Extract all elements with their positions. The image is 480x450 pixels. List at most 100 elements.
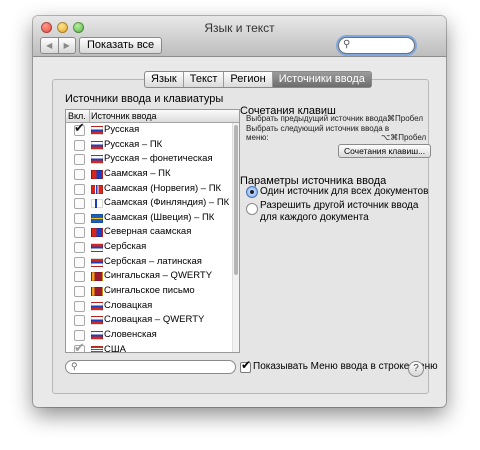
checkmark-icon: ✔ xyxy=(241,358,252,372)
input-source-label: Сингальская – QWERTY xyxy=(104,270,213,282)
toolbar-search-field[interactable]: ⚲ xyxy=(338,37,415,54)
flag-icon xyxy=(91,243,103,253)
window-title: Язык и текст xyxy=(204,21,275,35)
input-source-label: Словацкая xyxy=(104,299,153,311)
table-row[interactable]: Саамская – ПК xyxy=(66,167,239,182)
per-document-radio[interactable] xyxy=(246,203,258,215)
input-source-label: Сингальское письмо xyxy=(104,285,195,297)
tab-language[interactable]: Язык xyxy=(145,72,183,87)
input-source-label: Саамская (Норвегия) – ПК xyxy=(104,182,222,194)
flag-icon xyxy=(91,228,103,238)
back-icon: ◀ xyxy=(46,41,53,50)
search-icon: ⚲ xyxy=(71,361,78,371)
flag-icon xyxy=(91,257,103,267)
tab-region[interactable]: Регион xyxy=(223,72,271,87)
back-button[interactable]: ◀ xyxy=(41,38,58,53)
next-source-shortcut: ⌥⌘Пробел xyxy=(381,133,427,142)
input-source-label: Саамская – ПК xyxy=(104,167,171,179)
input-source-label: Саамская (Финляндия) – ПК xyxy=(104,197,230,209)
show-all-button[interactable]: Показать все xyxy=(79,37,163,54)
tab-text[interactable]: Текст xyxy=(182,72,224,87)
flag-icon xyxy=(91,301,103,311)
enable-checkbox[interactable] xyxy=(74,256,85,268)
input-source-label: Северная саамская xyxy=(104,226,192,238)
flag-icon xyxy=(91,213,103,223)
one-source-label: Один источник для всех документов xyxy=(260,186,429,197)
table-row[interactable]: Русская – фонетическая xyxy=(66,152,239,167)
input-source-label: Русская – ПК xyxy=(104,138,163,150)
input-source-label: Русская – фонетическая xyxy=(104,153,213,165)
input-sources-heading: Источники ввода и клавиатуры xyxy=(65,93,224,105)
title-bar: Язык и текст ◀ ▶ Показать все ⚲ xyxy=(33,16,446,57)
flag-icon xyxy=(91,140,103,150)
vertical-scrollbar[interactable] xyxy=(232,123,239,352)
table-row[interactable]: Словацкая xyxy=(66,299,239,314)
one-source-radio[interactable] xyxy=(246,186,258,198)
enable-checkbox[interactable] xyxy=(74,212,85,224)
enable-checkbox[interactable] xyxy=(74,227,85,239)
table-row[interactable]: Саамская (Норвегия) – ПК xyxy=(66,182,239,197)
scrollbar-thumb[interactable] xyxy=(234,125,238,275)
forward-button[interactable]: ▶ xyxy=(57,38,76,53)
per-document-label-line2: для каждого документа xyxy=(260,212,369,223)
keyboard-shortcuts-button[interactable]: Сочетания клавиш... xyxy=(338,144,432,158)
table-row[interactable]: Сингальская – QWERTY xyxy=(66,269,239,284)
table-row[interactable]: ✔ Русская xyxy=(66,120,239,138)
checkmark-icon: ✔ xyxy=(74,120,85,135)
table-row[interactable]: Словацкая – QWERTY xyxy=(66,313,239,328)
tab-bar: Язык Текст Регион Источники ввода xyxy=(144,71,372,88)
next-source-label-line1: Выбрать следующий источник ввода в xyxy=(246,124,390,133)
flag-icon xyxy=(91,287,103,297)
input-source-label: США xyxy=(104,343,126,353)
input-source-label: Сербская xyxy=(104,241,147,253)
table-row[interactable]: Саамская (Финляндия) – ПК xyxy=(66,196,239,211)
flag-icon xyxy=(91,345,103,352)
table-row[interactable]: Словенская xyxy=(66,328,239,343)
tab-input-sources[interactable]: Источники ввода xyxy=(271,72,371,87)
forward-icon: ▶ xyxy=(63,41,70,50)
flag-icon xyxy=(91,199,103,209)
flag-icon xyxy=(91,155,103,165)
help-button[interactable]: ? xyxy=(408,361,424,377)
per-document-label-line1: Разрешить другой источник ввода xyxy=(260,200,419,211)
enable-checkbox[interactable] xyxy=(74,154,85,166)
enable-checkbox[interactable] xyxy=(74,183,85,195)
search-icon: ⚲ xyxy=(343,39,351,50)
input-sources-table[interactable]: Вкл. Источник ввода ✔ Русская Русская – ПК… xyxy=(65,109,240,353)
prev-source-shortcut: ⌘Пробел xyxy=(387,114,423,123)
table-row[interactable]: Северная саамская xyxy=(66,225,239,240)
prev-source-label: Выбрать предыдущий источник ввода: xyxy=(246,114,390,123)
enable-checkbox[interactable] xyxy=(74,300,85,312)
input-source-search-field[interactable]: ⚲ xyxy=(65,360,236,374)
flag-icon xyxy=(91,330,103,340)
input-source-label: Словацкая – QWERTY xyxy=(104,314,205,326)
table-row[interactable]: ✔ США xyxy=(66,339,239,353)
input-source-label: Сербская – латинская xyxy=(104,255,202,267)
enable-checkbox[interactable] xyxy=(74,271,85,283)
input-source-label: Саамская (Швеция) – ПК xyxy=(104,211,215,223)
flag-icon xyxy=(91,184,103,194)
enable-checkbox[interactable] xyxy=(74,139,85,151)
preferences-window: Язык и текст ◀ ▶ Показать все ⚲ Язык Тек… xyxy=(33,16,446,407)
enable-checkbox[interactable] xyxy=(74,242,85,254)
flag-icon xyxy=(91,126,103,135)
table-row[interactable]: Русская – ПК xyxy=(66,138,239,153)
enable-checkbox[interactable] xyxy=(74,198,85,210)
enable-checkbox[interactable] xyxy=(74,286,85,298)
column-header-source[interactable]: Источник ввода xyxy=(91,110,156,122)
flag-icon xyxy=(91,272,103,282)
show-input-menu-checkbox[interactable]: ✔ xyxy=(240,358,251,373)
enable-checkbox[interactable] xyxy=(74,315,85,327)
table-row[interactable]: Сингальское письмо xyxy=(66,284,239,299)
navigation-buttons: ◀ ▶ xyxy=(40,37,76,54)
flag-icon xyxy=(91,169,103,179)
table-rows: ✔ Русская Русская – ПК Русская – фонетическ… xyxy=(66,120,239,353)
input-source-label: Словенская xyxy=(104,328,157,340)
table-row[interactable]: Саамская (Швеция) – ПК xyxy=(66,211,239,226)
checkmark-icon: ✔ xyxy=(74,339,85,353)
table-header: Вкл. Источник ввода xyxy=(66,110,239,123)
input-source-label: Русская xyxy=(104,124,140,135)
enable-checkbox[interactable] xyxy=(74,168,85,180)
table-row[interactable]: Сербская xyxy=(66,240,239,255)
table-row[interactable]: Сербская – латинская xyxy=(66,255,239,270)
